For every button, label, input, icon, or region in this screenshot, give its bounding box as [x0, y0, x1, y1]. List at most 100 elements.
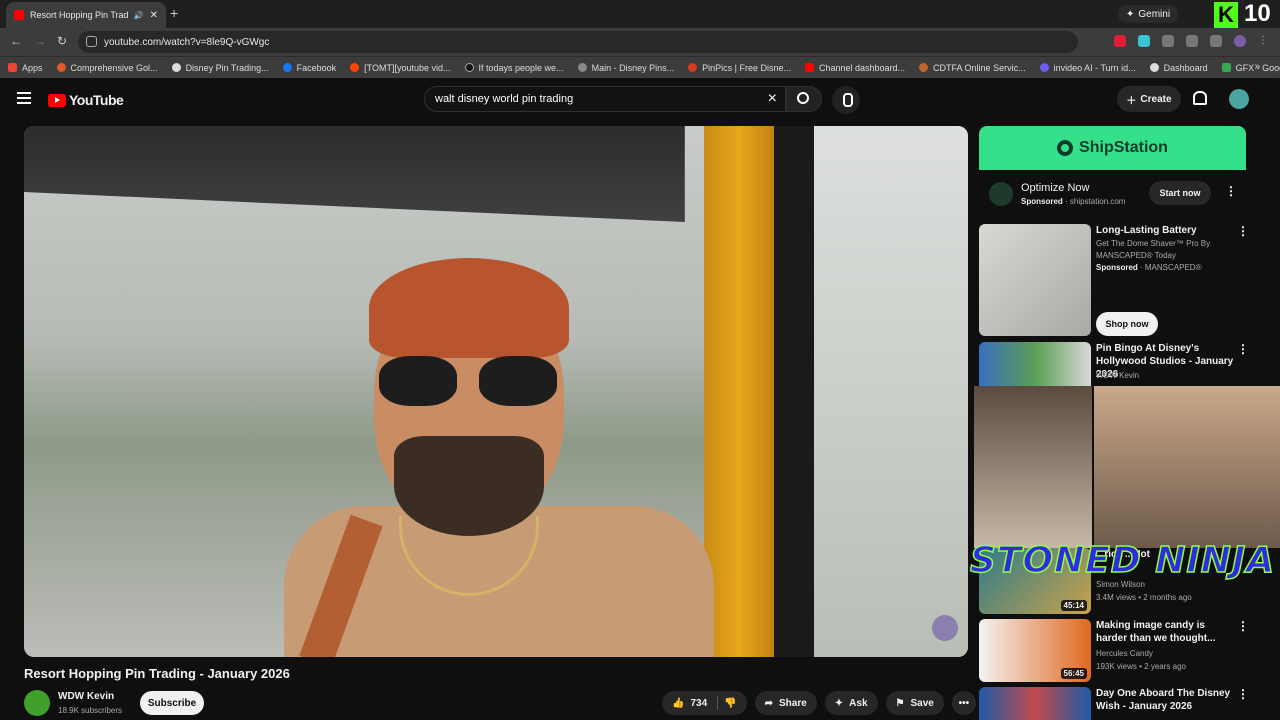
search-input[interactable]: walt disney world pin trading ×: [424, 86, 786, 112]
voice-search-icon[interactable]: [832, 86, 860, 114]
sponsored-label: Sponsored: [1021, 197, 1063, 206]
extension-icon[interactable]: [1114, 35, 1126, 47]
sponsored-product-card[interactable]: Long-Lasting Battery Get The Dome Shaver…: [979, 224, 1249, 337]
notifications-bell-icon[interactable]: [1193, 91, 1207, 105]
gemini-button[interactable]: ✦ Gemini: [1118, 5, 1179, 23]
like-count: 734: [690, 697, 708, 709]
video-title: Resort Hopping Pin Trading - January 202…: [24, 666, 290, 681]
ad-banner[interactable]: ShipStation: [979, 126, 1246, 170]
save-label: Save: [910, 697, 934, 709]
bookmark[interactable]: If todays people we...: [464, 62, 564, 73]
bookmark-icon: [688, 63, 698, 72]
cap: [369, 258, 569, 358]
video-thumbnail[interactable]: [979, 687, 1091, 720]
channel-name[interactable]: WDW Kevin: [58, 691, 114, 702]
youtube-logo[interactable]: YouTube: [48, 92, 124, 108]
bookmark[interactable]: Comprehensive Gol...: [56, 63, 158, 73]
profile-avatar[interactable]: [1234, 35, 1246, 47]
ask-button[interactable]: ✦ Ask: [824, 691, 878, 715]
bookmark[interactable]: Apps: [8, 63, 43, 73]
bookmark[interactable]: Dashboard: [1149, 62, 1208, 73]
advertiser-logo[interactable]: [989, 182, 1013, 206]
related-video-card[interactable]: Pin Bingo At Disney's Hollywood Studios …: [979, 342, 1249, 386]
window-divider: [774, 126, 814, 657]
bookmark-icon: [171, 63, 181, 72]
bookmark-label: invideo AI - Turn id...: [1053, 62, 1136, 73]
extension-icon[interactable]: [1138, 35, 1150, 47]
save-button[interactable]: ⚑ Save: [885, 691, 944, 715]
media-icon[interactable]: [1210, 35, 1222, 47]
card-menu-icon[interactable]: ⋮: [1237, 224, 1249, 238]
bookmark[interactable]: Disney Pin Trading...: [171, 63, 269, 73]
reload-icon[interactable]: ↻: [57, 34, 67, 48]
like-button[interactable]: 👍 734 👎: [662, 691, 747, 715]
card-menu-icon[interactable]: ⋮: [1237, 687, 1249, 701]
product-thumbnail[interactable]: [979, 224, 1091, 336]
card-title: Long-Lasting Battery: [1096, 225, 1197, 236]
bookmark-label: CDTFA Online Servic...: [933, 62, 1026, 73]
subscriber-count: 18.9K subscribers: [58, 706, 123, 715]
related-video-card[interactable]: 56:45 Making image candy is harder than …: [979, 619, 1249, 682]
bookmark-icon: [464, 63, 474, 72]
bookmark[interactable]: invideo AI - Turn id...: [1039, 62, 1136, 73]
thumbs-down-icon[interactable]: 👎: [724, 698, 736, 709]
menu-kebab-icon[interactable]: ⋮: [1258, 35, 1270, 47]
bookmark[interactable]: Facebook: [282, 62, 337, 73]
more-bookmarks-icon[interactable]: »: [1254, 61, 1260, 72]
bookmark-label: Apps: [22, 62, 43, 73]
search-icon: [797, 92, 809, 104]
sponsored-label: Sponsored: [1096, 263, 1138, 272]
lens: [379, 356, 457, 406]
back-arrow-icon[interactable]: ←: [10, 34, 22, 48]
browser-tab[interactable]: Resort Hopping Pin Trading 🔊 ✕: [6, 2, 166, 28]
related-video-card[interactable]: Day One Aboard The Disney Wish - January…: [979, 687, 1249, 720]
bookmark[interactable]: Channel dashboard...: [804, 62, 906, 73]
bookmark-label: If todays people we...: [478, 62, 564, 73]
kick-number: 10: [1244, 0, 1271, 27]
bookmark[interactable]: CDTFA Online Servic...: [919, 63, 1026, 73]
duration-badge: 56:45: [1060, 668, 1087, 679]
card-menu-icon[interactable]: ⋮: [1237, 342, 1249, 356]
address-bar[interactable]: youtube.com/watch?v=8le9Q-vGWgc: [78, 31, 1078, 53]
video-thumbnail[interactable]: [979, 342, 1091, 386]
bookmark-icon: ⚑: [895, 697, 905, 709]
puzzle-icon[interactable]: [1162, 35, 1174, 47]
bookmark-icon: [56, 63, 66, 72]
video-player[interactable]: [24, 126, 968, 657]
bookmark[interactable]: PinPics | Free Disne...: [688, 63, 791, 73]
card-meta: 193K views • 2 years ago: [1096, 662, 1186, 671]
shop-now-button[interactable]: Shop now: [1096, 312, 1158, 336]
more-actions-icon[interactable]: •••: [951, 691, 976, 715]
channel-watermark-icon[interactable]: [932, 615, 958, 641]
clear-search-icon[interactable]: ×: [768, 90, 777, 108]
channel-avatar[interactable]: [24, 690, 50, 716]
ad-menu-icon[interactable]: ⋮: [1225, 184, 1237, 198]
close-tab-icon[interactable]: ✕: [150, 10, 158, 21]
speaker-icon[interactable]: 🔊: [134, 11, 144, 20]
search-button[interactable]: [786, 86, 822, 112]
sparkle-icon: ✦: [834, 697, 844, 709]
subscribe-button[interactable]: Subscribe: [140, 691, 204, 715]
bookmark-label: Main - Disney Pins...: [591, 62, 675, 73]
video-thumbnail[interactable]: 56:45: [979, 619, 1091, 682]
bookmark[interactable]: [TOMT][youtube vid...: [350, 63, 451, 73]
bookmark[interactable]: Main - Disney Pins...: [577, 62, 675, 73]
bookmark-label: Channel dashboard...: [818, 62, 906, 73]
create-button[interactable]: ＋ Create: [1117, 86, 1181, 112]
bookmark-label: Dashboard: [1163, 62, 1208, 73]
bookmark-label: Facebook: [296, 62, 337, 73]
sponsored-ad[interactable]: ShipStation Optimize Now Sponsored · shi…: [979, 126, 1246, 218]
start-now-button[interactable]: Start now: [1149, 181, 1211, 205]
site-info-icon[interactable]: [86, 36, 97, 47]
bookmark-icon: [350, 63, 360, 72]
user-avatar[interactable]: [1229, 89, 1249, 109]
browser-tab-bar: Resort Hopping Pin Trading 🔊 ✕ + ✦ Gemin…: [0, 0, 1280, 28]
hamburger-menu-icon[interactable]: [17, 92, 31, 104]
bookmark-icon: [577, 63, 587, 72]
bookmark[interactable]: GFX - Google Drive: [1221, 63, 1280, 73]
forward-arrow-icon[interactable]: →: [34, 34, 46, 48]
card-menu-icon[interactable]: ⋮: [1237, 619, 1249, 633]
sidepanel-icon[interactable]: [1186, 35, 1198, 47]
share-button[interactable]: ➦ Share: [754, 691, 817, 715]
new-tab-button[interactable]: +: [170, 5, 178, 21]
